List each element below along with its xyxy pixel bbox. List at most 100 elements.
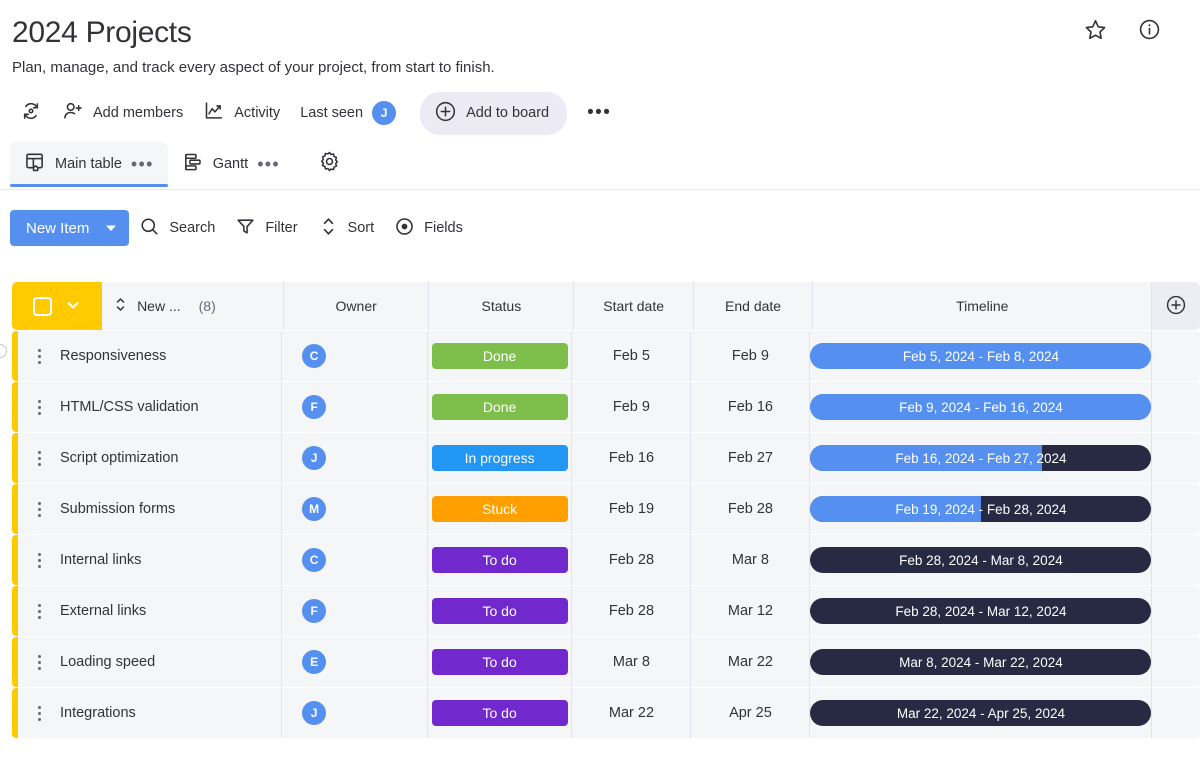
table-row[interactable]: Responsiveness C Done Feb 5 Feb 9 Feb 5, 2024… (12, 331, 1200, 381)
cell-status[interactable]: Stuck (427, 484, 573, 534)
cell-owner[interactable]: F (282, 382, 428, 432)
select-all-cell[interactable] (12, 282, 103, 330)
status-badge[interactable]: To do (431, 700, 568, 726)
cell-end-date[interactable]: Feb 16 (691, 382, 811, 432)
status-badge[interactable]: In progress (431, 445, 568, 471)
table-row[interactable]: External links F To do Feb 28 Mar 12 Feb 28, … (12, 586, 1200, 636)
row-menu-icon[interactable] (28, 399, 50, 415)
timeline-bar[interactable]: Feb 16, 2024 - Feb 27, 2024 (810, 445, 1152, 471)
cell-start-date[interactable]: Feb 28 (572, 535, 692, 585)
cell-item-name[interactable]: External links (18, 586, 283, 636)
cell-timeline[interactable]: Mar 22, 2024 - Apr 25, 2024 (810, 688, 1153, 738)
cell-timeline[interactable]: Feb 16, 2024 - Feb 27, 2024 (810, 433, 1153, 483)
column-header-end-date[interactable]: End date (693, 282, 814, 330)
add-members-button[interactable]: Add members (52, 92, 193, 134)
timeline-bar[interactable]: Feb 19, 2024 - Feb 28, 2024 (810, 496, 1152, 522)
cell-start-date[interactable]: Mar 22 (572, 688, 692, 738)
cell-owner[interactable]: C (282, 331, 428, 381)
row-menu-icon[interactable] (28, 450, 50, 466)
column-header-name[interactable]: New ... (8) (102, 282, 285, 330)
sort-button[interactable]: Sort (308, 208, 385, 249)
cell-item-name[interactable]: Script optimization (18, 433, 283, 483)
sync-button[interactable] (10, 92, 52, 134)
status-badge[interactable]: Done (431, 343, 568, 369)
tab-main-table-more-icon[interactable]: ••• (131, 155, 154, 173)
column-header-timeline[interactable]: Timeline (813, 282, 1153, 330)
cell-timeline[interactable]: Feb 5, 2024 - Feb 8, 2024 (810, 331, 1153, 381)
column-header-status[interactable]: Status (429, 282, 575, 330)
status-badge[interactable]: To do (431, 547, 568, 573)
cell-timeline[interactable]: Feb 28, 2024 - Mar 8, 2024 (810, 535, 1153, 585)
row-menu-icon[interactable] (28, 501, 50, 517)
owner-avatar[interactable]: M (302, 497, 327, 521)
table-row[interactable]: Submission forms M Stuck Feb 19 Feb 28 Feb 19… (12, 484, 1200, 534)
cell-item-name[interactable]: Integrations (18, 688, 283, 738)
status-badge[interactable]: To do (431, 598, 568, 624)
table-row[interactable]: HTML/CSS validation F Done Feb 9 Feb 16 Feb 9… (12, 382, 1200, 432)
cell-start-date[interactable]: Feb 19 (572, 484, 692, 534)
cell-end-date[interactable]: Apr 25 (691, 688, 811, 738)
owner-avatar[interactable]: J (302, 701, 327, 725)
cell-item-name[interactable]: Internal links (18, 535, 283, 585)
cell-end-date[interactable]: Mar 22 (691, 637, 811, 687)
status-badge[interactable]: Done (431, 394, 568, 420)
fields-button[interactable]: Fields (384, 208, 473, 249)
cell-timeline[interactable]: Feb 9, 2024 - Feb 16, 2024 (810, 382, 1153, 432)
add-column-button[interactable] (1152, 282, 1200, 330)
timeline-bar[interactable]: Feb 5, 2024 - Feb 8, 2024 (810, 343, 1152, 369)
cell-owner[interactable]: C (282, 535, 428, 585)
cell-item-name[interactable]: Loading speed (18, 637, 283, 687)
cell-end-date[interactable]: Mar 8 (691, 535, 811, 585)
cell-owner[interactable]: J (282, 688, 428, 738)
cell-start-date[interactable]: Feb 16 (572, 433, 692, 483)
cell-status[interactable]: To do (427, 688, 573, 738)
cell-start-date[interactable]: Feb 9 (572, 382, 692, 432)
cell-status[interactable]: To do (427, 535, 573, 585)
cell-owner[interactable]: M (282, 484, 428, 534)
owner-avatar[interactable]: C (302, 548, 327, 572)
owner-avatar[interactable]: E (302, 650, 327, 674)
last-seen-avatar[interactable]: J (372, 101, 397, 125)
owner-avatar[interactable]: F (302, 599, 327, 623)
column-header-start-date[interactable]: Start date (574, 282, 694, 330)
owner-avatar[interactable]: C (302, 344, 327, 368)
activity-button[interactable]: Activity (193, 92, 290, 134)
cell-end-date[interactable]: Mar 12 (691, 586, 811, 636)
row-menu-icon[interactable] (28, 705, 50, 721)
info-icon[interactable] (1136, 16, 1162, 42)
cell-timeline[interactable]: Mar 8, 2024 - Mar 22, 2024 (810, 637, 1153, 687)
owner-avatar[interactable]: F (302, 395, 327, 419)
row-menu-icon[interactable] (28, 603, 50, 619)
tab-gantt-more-icon[interactable]: ••• (257, 155, 280, 173)
timeline-bar[interactable]: Feb 28, 2024 - Mar 8, 2024 (810, 547, 1152, 573)
table-row[interactable]: Internal links C To do Feb 28 Mar 8 Feb 28, 2… (12, 535, 1200, 585)
cell-start-date[interactable]: Feb 5 (572, 331, 692, 381)
add-to-board-button[interactable]: Add to board (420, 91, 568, 135)
view-settings-button[interactable] (310, 142, 349, 186)
cell-status[interactable]: To do (427, 586, 573, 636)
row-hover-handle[interactable] (0, 344, 7, 358)
table-row[interactable]: Integrations J To do Mar 22 Apr 25 Mar 22, 20… (12, 688, 1200, 738)
owner-avatar[interactable]: J (302, 446, 327, 470)
cell-end-date[interactable]: Feb 27 (691, 433, 811, 483)
star-icon[interactable] (1082, 16, 1108, 42)
row-menu-icon[interactable] (28, 552, 50, 568)
cell-timeline[interactable]: Feb 19, 2024 - Feb 28, 2024 (810, 484, 1153, 534)
timeline-bar[interactable]: Mar 22, 2024 - Apr 25, 2024 (810, 700, 1152, 726)
chevron-down-icon[interactable] (103, 210, 129, 246)
cell-end-date[interactable]: Feb 28 (691, 484, 811, 534)
new-item-button[interactable]: New Item (10, 210, 130, 246)
tab-gantt[interactable]: Gantt ••• (168, 142, 294, 186)
cell-item-name[interactable]: HTML/CSS validation (18, 382, 283, 432)
timeline-bar[interactable]: Feb 9, 2024 - Feb 16, 2024 (810, 394, 1152, 420)
tab-main-table[interactable]: Main table ••• (10, 141, 168, 187)
table-row[interactable]: Script optimization J In progress Feb 16 Feb… (12, 433, 1200, 483)
cell-status[interactable]: To do (427, 637, 573, 687)
search-button[interactable]: Search (129, 208, 225, 249)
drag-handle-icon[interactable] (114, 297, 127, 315)
cell-start-date[interactable]: Feb 28 (572, 586, 692, 636)
cell-owner[interactable]: J (282, 433, 428, 483)
select-all-checkbox[interactable] (32, 296, 52, 316)
cell-status[interactable]: Done (427, 382, 573, 432)
row-menu-icon[interactable] (28, 654, 50, 670)
